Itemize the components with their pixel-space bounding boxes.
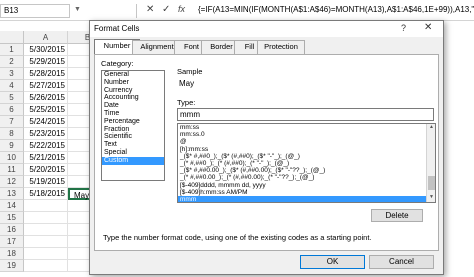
row-header[interactable]: 5 xyxy=(0,92,24,104)
column-header-a[interactable]: A xyxy=(24,31,68,44)
format-code-item[interactable]: @ xyxy=(178,138,428,145)
category-item[interactable]: Date xyxy=(102,102,164,110)
type-input[interactable]: mmm xyxy=(177,108,434,121)
cell-a[interactable]: 5/24/2015 xyxy=(24,116,68,128)
cell-a[interactable] xyxy=(24,248,68,260)
cell-a[interactable]: 5/26/2015 xyxy=(24,92,68,104)
row-header[interactable]: 18 xyxy=(0,248,24,260)
row-header[interactable]: 14 xyxy=(0,200,24,212)
row-header[interactable]: 1 xyxy=(0,44,24,56)
delete-button[interactable]: Delete xyxy=(371,209,423,222)
row-header[interactable]: 6 xyxy=(0,104,24,116)
category-label: Category: xyxy=(101,59,134,68)
scroll-down-icon[interactable]: ▼ xyxy=(428,194,435,200)
row-header[interactable]: 19 xyxy=(0,260,24,272)
cell-a[interactable]: 5/19/2015 xyxy=(24,176,68,188)
format-code-item[interactable]: _($* #,##0.00_);_($* (#,##0.00);_($* "-"… xyxy=(178,167,428,174)
row-header[interactable]: 17 xyxy=(0,236,24,248)
cell-a[interactable]: 5/28/2015 xyxy=(24,68,68,80)
format-code-item[interactable]: [h]:mm:ss xyxy=(178,146,428,153)
format-cells-dialog: Format Cells ? ✕ Number Alignment Font B… xyxy=(89,20,444,275)
cell-a[interactable]: 5/30/2015 xyxy=(24,44,68,56)
cell-a[interactable]: 5/27/2015 xyxy=(24,80,68,92)
sample-label: Sample xyxy=(177,67,203,76)
cell-a[interactable]: 5/29/2015 xyxy=(24,56,68,68)
cell-a[interactable]: 5/21/2015 xyxy=(24,152,68,164)
row-header[interactable]: 9 xyxy=(0,140,24,152)
category-item[interactable]: Time xyxy=(102,110,164,118)
dialog-title: Format Cells xyxy=(90,21,443,37)
cell-a[interactable]: 5/20/2015 xyxy=(24,164,68,176)
category-item[interactable]: Fraction xyxy=(102,126,164,134)
name-box[interactable]: B13 xyxy=(0,4,70,18)
format-code-item[interactable]: mmm xyxy=(178,195,428,202)
cancel-button[interactable]: Cancel xyxy=(369,255,434,269)
cancel-entry-icon[interactable]: ✕ xyxy=(146,4,154,15)
category-item[interactable]: Percentage xyxy=(102,118,164,126)
category-item[interactable]: Accounting xyxy=(102,94,164,102)
number-tab-panel: Category: General Number Currency Accountin… xyxy=(94,54,439,251)
row-header[interactable]: 15 xyxy=(0,212,24,224)
category-item[interactable]: General xyxy=(102,71,164,79)
category-item[interactable]: Currency xyxy=(102,87,164,95)
format-hint-text: Type the number format code, using one o… xyxy=(103,233,372,242)
tab-protection[interactable]: Protection xyxy=(257,40,305,55)
insert-function-icon[interactable]: fx xyxy=(178,4,185,14)
category-list[interactable]: General Number Currency Accounting Date Time P… xyxy=(101,70,165,181)
ok-button[interactable]: OK xyxy=(300,255,365,269)
row-header[interactable]: 4 xyxy=(0,80,24,92)
row-header[interactable]: 8 xyxy=(0,128,24,140)
cell-a[interactable] xyxy=(24,200,68,212)
format-list-scrollbar[interactable]: ▲ ▼ xyxy=(426,124,435,202)
formula-bar: B13 ▼ ✕ ✓ fx {=IF(A13=MIN(IF(MONTH(A$1:A… xyxy=(0,0,474,21)
cell-a[interactable] xyxy=(24,236,68,248)
format-code-item[interactable]: mm:ss xyxy=(178,124,428,131)
enter-entry-icon[interactable]: ✓ xyxy=(162,4,170,15)
category-item[interactable]: Special xyxy=(102,149,164,157)
cell-a[interactable]: 5/25/2015 xyxy=(24,104,68,116)
type-label: Type: xyxy=(177,98,196,107)
category-item[interactable]: Scientific xyxy=(102,133,164,141)
category-item[interactable]: Number xyxy=(102,79,164,87)
cell-a[interactable]: 5/18/2015 xyxy=(24,188,68,200)
scroll-thumb[interactable] xyxy=(428,176,435,190)
format-code-item[interactable]: _(* #,##0_);_(* (#,##0);_(* "-"_);_(@_) xyxy=(178,160,428,167)
category-item[interactable]: Text xyxy=(102,141,164,149)
formula-bar-divider xyxy=(136,4,137,18)
format-code-item[interactable]: _($* #,##0_);_($* (#,##0);_($* "-"_);_(@… xyxy=(178,153,428,160)
sample-value: May xyxy=(179,79,195,88)
scroll-up-icon[interactable]: ▲ xyxy=(428,124,435,130)
row-header[interactable]: 13 xyxy=(0,188,24,200)
category-item[interactable]: Custom xyxy=(102,156,164,165)
row-header[interactable]: 3 xyxy=(0,68,24,80)
row-header[interactable]: 16 xyxy=(0,224,24,236)
format-code-items: mm:ss mm:ss.0 @ [h]:mm:ss _($* #,##0_);_($* … xyxy=(178,124,435,202)
format-code-item[interactable]: mm:ss.0 xyxy=(178,131,428,138)
select-all-corner[interactable] xyxy=(0,31,24,44)
cell-a[interactable]: 5/22/2015 xyxy=(24,140,68,152)
formula-input[interactable]: {=IF(A13=MIN(IF(MONTH(A$1:A$46)=MONTH(A1… xyxy=(196,4,474,18)
cell-a[interactable] xyxy=(24,212,68,224)
cell-a[interactable] xyxy=(24,260,68,272)
row-header[interactable]: 7 xyxy=(0,116,24,128)
name-box-dropdown-icon[interactable]: ▼ xyxy=(74,6,81,13)
help-icon[interactable]: ? xyxy=(401,23,406,33)
format-code-item[interactable]: [$-409]h:mm:ss AM/PM xyxy=(178,189,428,196)
row-header[interactable]: 12 xyxy=(0,176,24,188)
row-header[interactable]: 2 xyxy=(0,56,24,68)
row-header[interactable]: 11 xyxy=(0,164,24,176)
cell-a[interactable] xyxy=(24,224,68,236)
row-header[interactable]: 10 xyxy=(0,152,24,164)
format-code-item[interactable]: _(* #,##0.00_);_(* (#,##0.00);_(* "-"??_… xyxy=(178,174,428,181)
format-code-list[interactable]: mm:ss mm:ss.0 @ [h]:mm:ss _($* #,##0_);_($* … xyxy=(177,123,436,203)
close-icon[interactable]: ✕ xyxy=(424,22,432,33)
cell-a[interactable]: 5/23/2015 xyxy=(24,128,68,140)
format-code-item[interactable]: [$-409]dddd, mmmm dd, yyyy xyxy=(178,182,428,189)
